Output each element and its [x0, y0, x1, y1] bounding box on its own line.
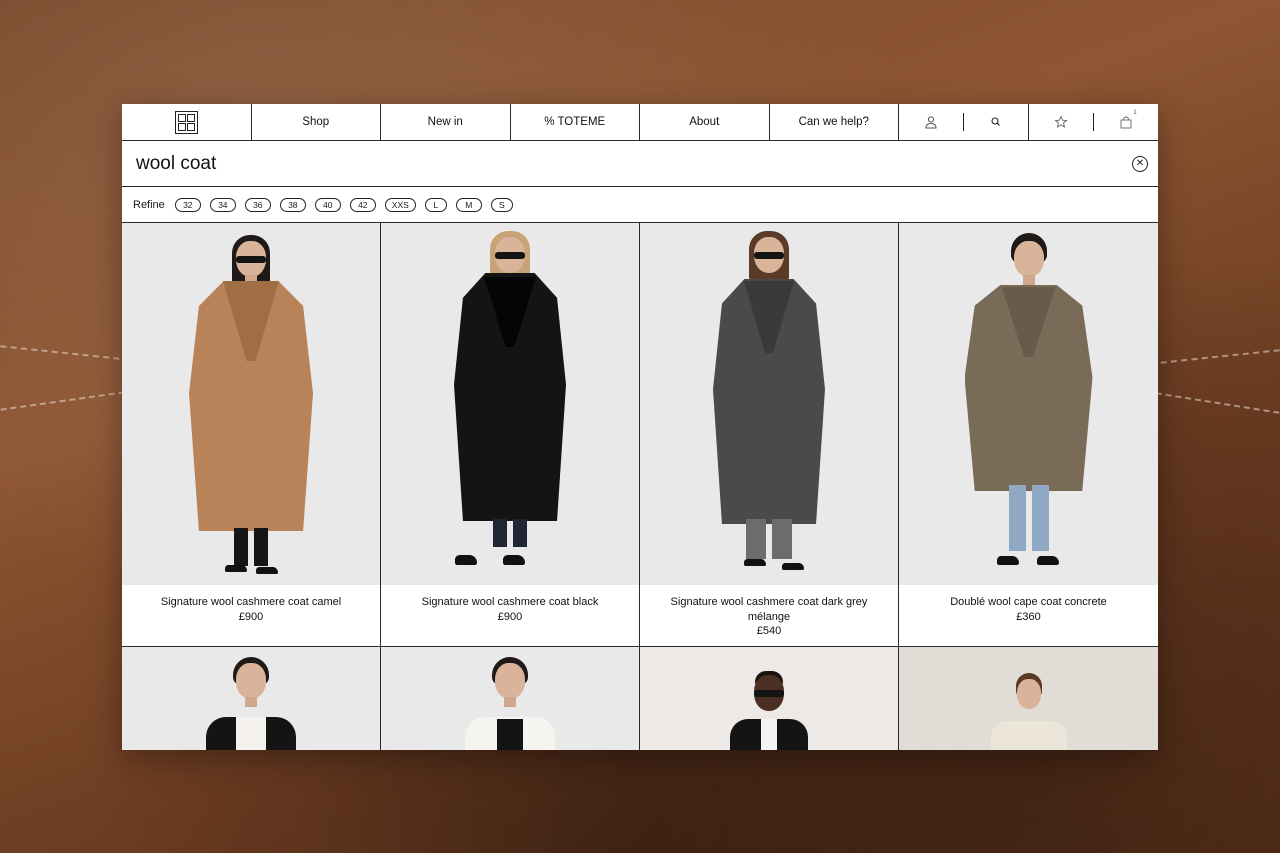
product-image [640, 223, 898, 585]
product-name: Signature wool cashmere coat dark grey m… [670, 596, 868, 623]
product-price: £900 [238, 610, 264, 623]
size-filter-chip[interactable]: 42 [349, 197, 376, 212]
leather-stitching [1150, 349, 1280, 365]
nav-item-shop[interactable]: Shop [252, 104, 381, 140]
size-filter-chip[interactable]: XXS [384, 197, 416, 212]
product-info: Signature wool cashmere coat black £900 [381, 585, 639, 646]
size-filter-chip[interactable]: 40 [314, 197, 341, 212]
bag-count-badge: 1 [1133, 110, 1137, 116]
product-card[interactable]: Signature wool cashmere coat dark grey m… [640, 223, 899, 647]
product-name: Signature wool cashmere coat black [421, 596, 599, 608]
nav-item-totem[interactable]: % TOTEME [511, 104, 640, 140]
nav-item-new-in[interactable]: New in [381, 104, 511, 140]
size-filter-chip[interactable]: S [490, 197, 513, 212]
product-name: Doublé wool cape coat concrete [950, 596, 1107, 608]
leather-stitching [0, 345, 130, 361]
product-name: Signature wool cashmere coat camel [160, 596, 342, 608]
bag-icon[interactable]: 1 [1119, 110, 1137, 129]
product-card[interactable] [899, 647, 1158, 750]
product-image [381, 223, 639, 585]
top-nav: Shop New in % TOTEME About Can we help? [122, 104, 1158, 141]
product-info: Doublé wool cape coat concrete £360 [899, 585, 1158, 646]
clear-search-button[interactable]: ✕ [1132, 155, 1148, 172]
product-card[interactable] [122, 647, 381, 750]
product-card[interactable]: Signature wool cashmere coat black £900 [381, 223, 640, 647]
search-bar: ✕ [122, 141, 1158, 187]
product-image [122, 223, 380, 585]
product-card[interactable] [381, 647, 640, 750]
account-cell [899, 104, 964, 140]
refine-bar: Refine 32 34 36 38 40 42 XXS L M S [122, 187, 1158, 223]
product-card[interactable]: Doublé wool cape coat concrete £360 [899, 223, 1158, 647]
product-price: £540 [756, 625, 782, 637]
refine-label: Refine [133, 198, 165, 211]
search-input[interactable] [136, 152, 1036, 175]
product-image [899, 647, 1158, 750]
product-info: Signature wool cashmere coat dark grey m… [640, 585, 898, 646]
search-cell [964, 104, 1029, 140]
nav-item-help[interactable]: Can we help? [770, 104, 899, 140]
product-price: £900 [497, 610, 523, 623]
search-icon[interactable] [989, 115, 1003, 129]
product-info: Signature wool cashmere coat camel £900 [122, 585, 380, 646]
product-image [122, 647, 380, 750]
product-card[interactable] [640, 647, 899, 750]
product-grid: Signature wool cashmere coat camel £900 [122, 223, 1158, 750]
leather-stitching [1155, 392, 1280, 414]
size-filter-chip[interactable]: 38 [279, 197, 306, 212]
wishlist-cell [1029, 104, 1094, 140]
size-filter-chip[interactable]: L [424, 197, 447, 212]
product-card[interactable]: Signature wool cashmere coat camel £900 [122, 223, 381, 647]
size-filter-chip[interactable]: 32 [174, 197, 201, 212]
product-image [899, 223, 1158, 585]
size-filter-chip[interactable]: M [455, 197, 482, 212]
brand-logo[interactable] [122, 104, 252, 140]
product-price: £360 [1016, 610, 1041, 623]
close-icon: ✕ [1135, 157, 1145, 169]
logo-mark-icon [174, 110, 198, 134]
size-filter-chip[interactable]: 36 [244, 197, 271, 212]
leather-stitching [0, 391, 125, 411]
nav-item-about[interactable]: About [640, 104, 770, 140]
nav-icon-group: 1 [899, 104, 1158, 140]
size-filter-chip[interactable]: 34 [209, 197, 236, 212]
product-image [381, 647, 639, 750]
wishlist-star-icon[interactable] [1054, 115, 1068, 129]
browser-window: Shop New in % TOTEME About Can we help? [122, 104, 1158, 750]
account-icon[interactable] [924, 115, 938, 129]
bag-cell: 1 [1094, 104, 1159, 140]
product-image [640, 647, 898, 750]
